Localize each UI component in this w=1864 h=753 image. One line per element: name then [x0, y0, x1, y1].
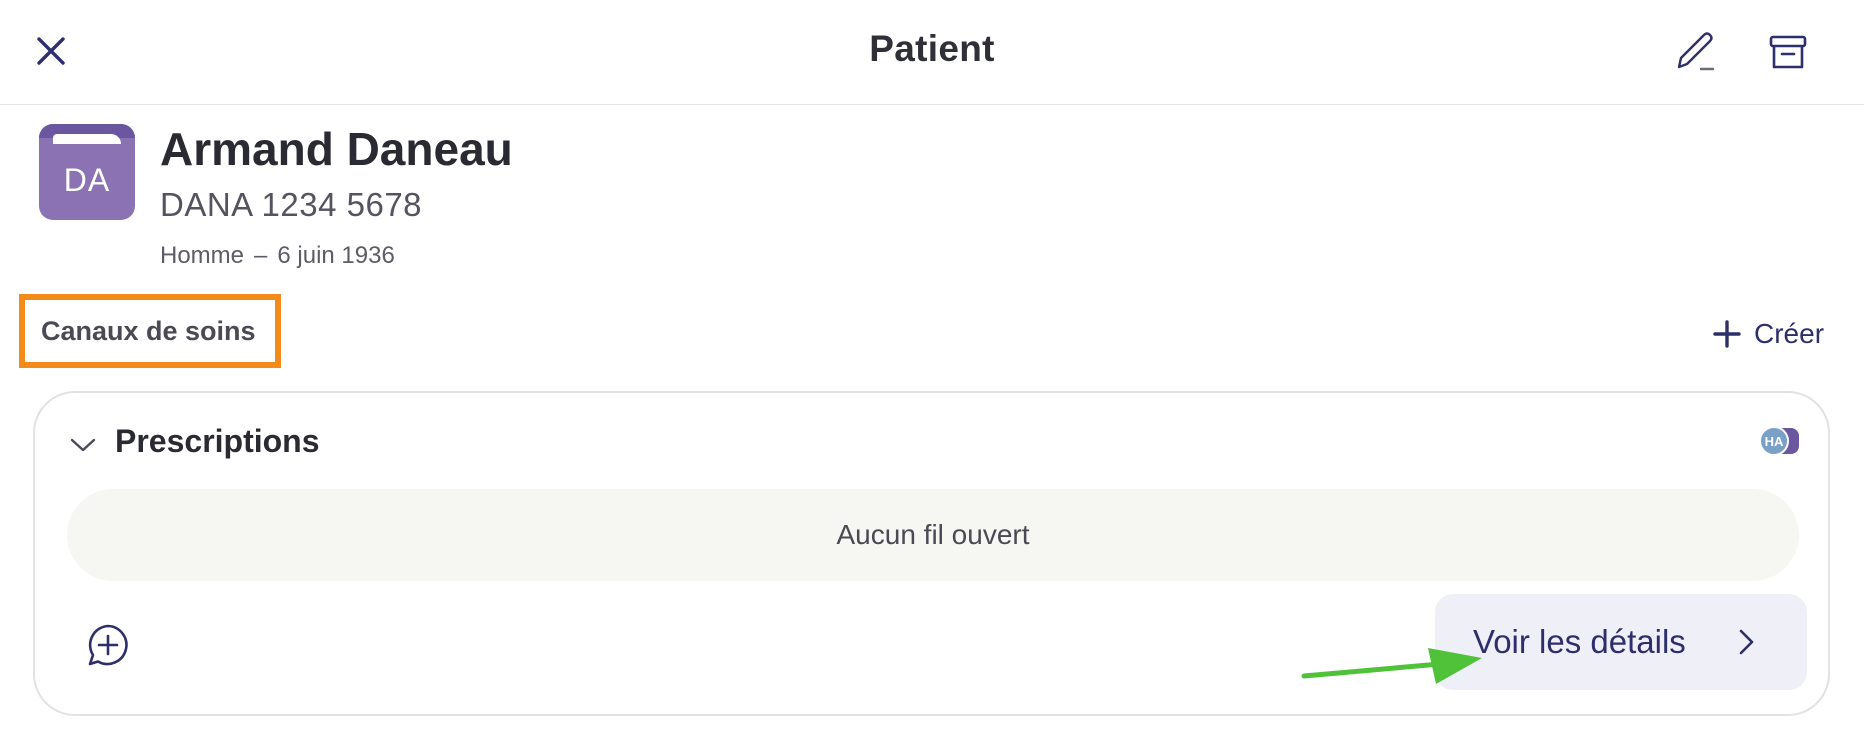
- edit-button[interactable]: [1672, 28, 1718, 74]
- archive-icon: [1769, 35, 1807, 69]
- create-button[interactable]: Créer: [1712, 314, 1824, 354]
- patient-details: Homme –6 juin 1936: [160, 242, 395, 270]
- chat-bubble-plus-icon: [88, 624, 128, 666]
- top-bar: Patient: [0, 0, 1864, 105]
- empty-thread-message: Aucun fil ouvert: [67, 489, 1799, 581]
- care-channels-title: Canaux de soins: [41, 315, 256, 346]
- participants-avatars[interactable]: HA: [1759, 426, 1807, 462]
- view-details-button[interactable]: Voir les détails: [1435, 594, 1807, 690]
- new-message-button[interactable]: [83, 620, 133, 670]
- prescriptions-card: Prescriptions HA Aucun fil ouvert Voir l…: [33, 391, 1830, 716]
- separator: –: [254, 242, 268, 269]
- patient-avatar: DA: [39, 124, 135, 220]
- patient-sex: Homme: [160, 242, 245, 269]
- chevron-down-icon[interactable]: [69, 431, 97, 459]
- pencil-icon: [1677, 32, 1715, 71]
- patient-birthdate: 6 juin 1936: [277, 242, 395, 269]
- view-details-label: Voir les détails: [1473, 623, 1686, 660]
- patient-id: DANA 1234 5678: [160, 186, 423, 223]
- chevron-right-icon: [1739, 629, 1754, 655]
- plus-icon: [1712, 319, 1742, 349]
- patient-name: Armand Daneau: [160, 123, 513, 175]
- page-title: Patient: [869, 28, 995, 69]
- card-title: Prescriptions: [115, 423, 320, 459]
- care-channels-highlight: Canaux de soins: [19, 294, 281, 368]
- annotation-arrow-icon: [1301, 648, 1482, 684]
- create-label: Créer: [1754, 318, 1825, 349]
- archive-button[interactable]: [1766, 30, 1810, 74]
- participant-avatar: HA: [1759, 426, 1789, 456]
- avatar-initials: DA: [63, 162, 111, 198]
